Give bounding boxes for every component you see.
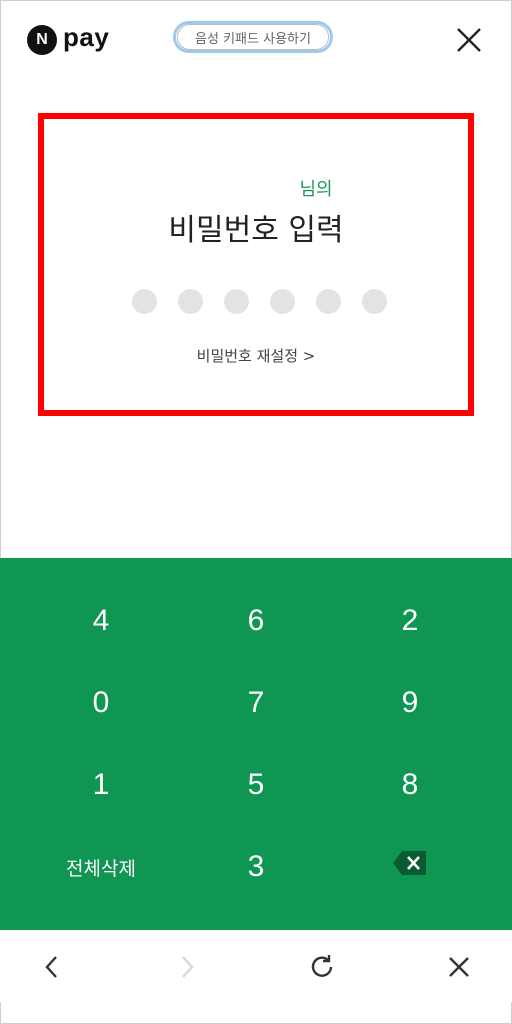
key-digit[interactable]: 5: [171, 744, 341, 826]
key-digit[interactable]: 8: [325, 744, 495, 826]
logo-n-badge: N: [27, 24, 57, 55]
password-reset-link[interactable]: 비밀번호 재설정 >: [44, 345, 468, 366]
key-digit[interactable]: 0: [16, 662, 186, 744]
pin-dot: [316, 289, 341, 314]
key-digit[interactable]: 9: [325, 662, 495, 744]
pin-dot: [132, 289, 157, 314]
key-digit[interactable]: 3: [171, 826, 341, 908]
username-suffix: 님의: [299, 179, 333, 200]
chevron-left-icon[interactable]: [35, 950, 69, 984]
key-digit[interactable]: 1: [16, 744, 186, 826]
key-digit[interactable]: 2: [325, 580, 495, 662]
key-digit[interactable]: 4: [16, 580, 186, 662]
clear-all-button[interactable]: 전체삭제: [16, 826, 186, 908]
pin-dot: [362, 289, 387, 314]
refresh-icon[interactable]: [305, 950, 339, 984]
password-panel: 님의 비밀번호 입력 비밀번호 재설정 >: [38, 113, 474, 416]
backspace-button[interactable]: [325, 826, 495, 908]
header: N pay 음성 키패드 사용하기: [0, 0, 512, 80]
pin-dot: [178, 289, 203, 314]
logo-text: pay: [63, 22, 110, 52]
npay-logo: N pay: [27, 22, 110, 55]
voice-keypad-button[interactable]: 음성 키패드 사용하기: [173, 21, 333, 53]
chevron-right-icon[interactable]: [170, 950, 204, 984]
key-digit[interactable]: 7: [171, 662, 341, 744]
backspace-icon: [392, 850, 428, 884]
page-title: 비밀번호 입력: [168, 213, 344, 248]
key-digit[interactable]: 6: [171, 580, 341, 662]
pin-dot: [224, 289, 249, 314]
close-icon[interactable]: [453, 24, 485, 56]
voice-keypad-label: 음성 키패드 사용하기: [177, 24, 329, 50]
browser-bottom-nav: [0, 930, 512, 1002]
close-icon[interactable]: [442, 950, 476, 984]
pin-dots: [132, 289, 387, 314]
pin-dot: [270, 289, 295, 314]
secure-keypad: 4 6 2 0 7 9 1 5 8 전체삭제 3: [0, 558, 512, 930]
